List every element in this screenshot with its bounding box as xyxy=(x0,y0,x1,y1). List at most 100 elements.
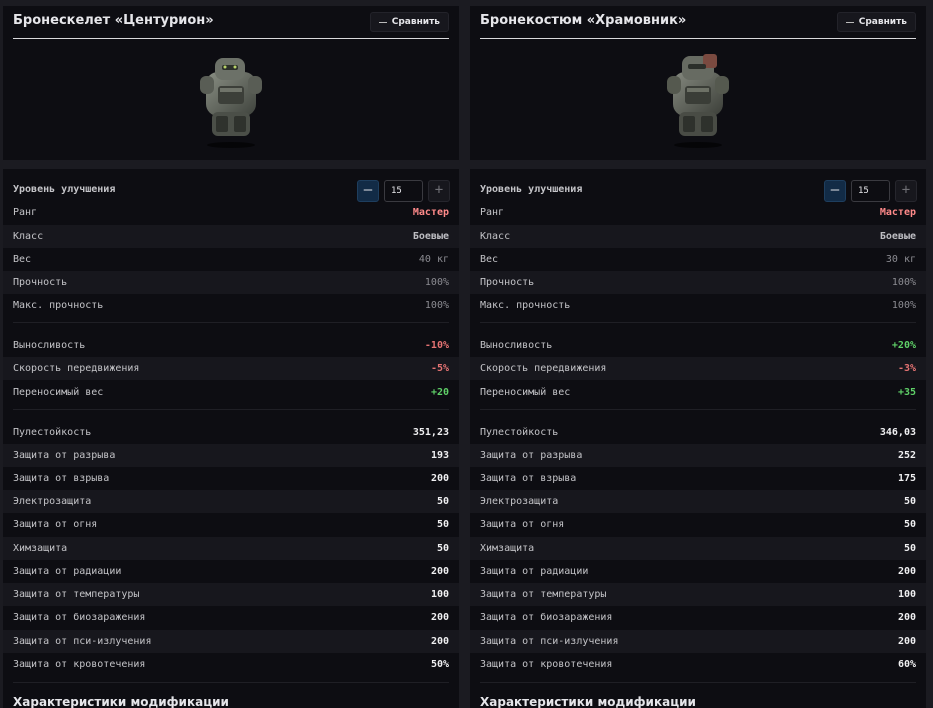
compare-button-label: Сравнить xyxy=(858,17,907,27)
stat-row-speed: Скорость передвижения -5% xyxy=(3,357,459,380)
stat-label: Класс xyxy=(480,231,511,242)
stat-label: Защита от биозаражения xyxy=(480,612,613,623)
stat-row-bleeding: Защита от кровотечения 50% xyxy=(3,653,459,676)
upgrade-level-label: Уровень улучшения xyxy=(480,184,583,195)
stat-row-speed: Скорость передвижения -3% xyxy=(470,357,926,380)
stat-value: +20% xyxy=(891,340,916,351)
stat-label: Защита от биозаражения xyxy=(13,612,146,623)
stat-value: Боевые xyxy=(879,231,916,242)
stat-row-fire: Защита от огня 50 xyxy=(3,513,459,536)
stat-label: Электрозащита xyxy=(13,496,92,507)
stat-label: Прочность xyxy=(13,277,68,288)
stat-value: 200 xyxy=(430,636,449,647)
stat-row-psi: Защита от пси-излучения 200 xyxy=(3,630,459,653)
title-divider xyxy=(13,38,449,39)
upgrade-level-input[interactable] xyxy=(384,180,423,202)
stat-row-rank: Ранг Мастер xyxy=(470,201,926,224)
stat-label: Скорость передвижения xyxy=(13,363,140,374)
stat-value: 50 xyxy=(903,543,916,554)
stat-row-bullet: Пулестойкость 351,23 xyxy=(3,421,459,444)
stat-value: 175 xyxy=(897,473,916,484)
stat-value: 50 xyxy=(903,496,916,507)
stat-value: +20 xyxy=(430,387,449,398)
stat-row-durability: Прочность 100% xyxy=(470,271,926,294)
stat-row-carry-weight: Переносимый вес +35 xyxy=(470,381,926,404)
stat-label: Вес xyxy=(480,254,499,265)
stat-label: Защита от кровотечения xyxy=(13,659,146,670)
stat-label: Защита от пси-излучения xyxy=(13,636,152,647)
stat-value: 100% xyxy=(891,300,916,311)
stat-row-stamina: Выносливость +20% xyxy=(470,334,926,357)
stat-value: 100 xyxy=(897,589,916,600)
stat-value: -10% xyxy=(424,340,449,351)
stat-label: Электрозащита xyxy=(480,496,559,507)
stat-value: 200 xyxy=(430,473,449,484)
stat-value: 100% xyxy=(424,277,449,288)
stat-value: 200 xyxy=(430,612,449,623)
stat-value: 50% xyxy=(430,659,449,670)
stat-row-temperature: Защита от температуры 100 xyxy=(3,583,459,606)
mods-section-title: Характеристики модификации xyxy=(480,695,696,708)
compare-button[interactable]: Сравнить xyxy=(836,12,916,32)
upgrade-level-input[interactable] xyxy=(851,180,890,202)
stat-value: 50 xyxy=(436,496,449,507)
stat-value: 40 кг xyxy=(418,254,449,265)
stat-value: Мастер xyxy=(412,207,449,218)
stat-value: +35 xyxy=(897,387,916,398)
stat-label: Ранг xyxy=(480,207,505,218)
stat-label: Класс xyxy=(13,231,44,242)
stat-label: Переносимый вес xyxy=(13,387,104,398)
stat-label: Защита от огня xyxy=(480,519,565,530)
upgrade-decrement-button[interactable]: – xyxy=(824,180,846,202)
stat-label: Химзащита xyxy=(13,543,68,554)
stat-label: Скорость передвижения xyxy=(480,363,607,374)
mods-section-title: Характеристики модификации xyxy=(13,695,229,708)
stat-label: Защита от разрыва xyxy=(480,450,583,461)
stat-row-fire: Защита от огня 50 xyxy=(470,513,926,536)
plus-icon: + xyxy=(434,182,444,198)
stat-row-class: Класс Боевые xyxy=(3,225,459,248)
upgrade-decrement-button[interactable]: – xyxy=(357,180,379,202)
compare-button-label: Сравнить xyxy=(391,17,440,27)
stat-label: Прочность xyxy=(480,277,535,288)
stat-row-temperature: Защита от температуры 100 xyxy=(470,583,926,606)
stat-label: Выносливость xyxy=(480,340,553,351)
stat-row-carry-weight: Переносимый вес +20 xyxy=(3,381,459,404)
stat-label: Защита от радиации xyxy=(13,566,122,577)
stat-row-bleeding: Защита от кровотечения 60% xyxy=(470,653,926,676)
stat-label: Вес xyxy=(13,254,32,265)
compare-button[interactable]: Сравнить xyxy=(369,12,449,32)
stat-row-psi: Защита от пси-излучения 200 xyxy=(470,630,926,653)
stat-row-stamina: Выносливость -10% xyxy=(3,334,459,357)
stat-value: 100% xyxy=(891,277,916,288)
upgrade-increment-button[interactable]: + xyxy=(895,180,917,202)
stat-label: Переносимый вес xyxy=(480,387,571,398)
divider xyxy=(13,409,449,410)
stat-value: 60% xyxy=(897,659,916,670)
stat-label: Химзащита xyxy=(480,543,535,554)
armor-suit-image xyxy=(667,54,729,148)
minus-icon xyxy=(845,21,854,23)
stat-label: Защита от кровотечения xyxy=(480,659,613,670)
stat-value: 50 xyxy=(436,519,449,530)
stat-row-explosion: Защита от взрыва 200 xyxy=(3,467,459,490)
stat-value: 100 xyxy=(430,589,449,600)
stat-label: Защита от взрыва xyxy=(13,473,110,484)
stat-label: Выносливость xyxy=(13,340,86,351)
stat-value: -3% xyxy=(897,363,916,374)
stat-row-bio: Защита от биозаражения 200 xyxy=(3,606,459,629)
title-divider xyxy=(480,38,916,39)
stat-value: 100% xyxy=(424,300,449,311)
stat-value: 200 xyxy=(897,566,916,577)
stat-label: Пулестойкость xyxy=(480,427,559,438)
stat-row-rank: Ранг Мастер xyxy=(3,201,459,224)
stat-value: Мастер xyxy=(879,207,916,218)
plus-icon: + xyxy=(901,182,911,198)
stat-label: Защита от температуры xyxy=(13,589,140,600)
upgrade-increment-button[interactable]: + xyxy=(428,180,450,202)
item-title: Бронескелет «Центурион» xyxy=(13,13,214,28)
stat-row-weight: Вес 30 кг xyxy=(470,248,926,271)
stat-label: Макс. прочность xyxy=(13,300,104,311)
divider xyxy=(13,682,449,683)
stat-row-radiation: Защита от радиации 200 xyxy=(470,560,926,583)
